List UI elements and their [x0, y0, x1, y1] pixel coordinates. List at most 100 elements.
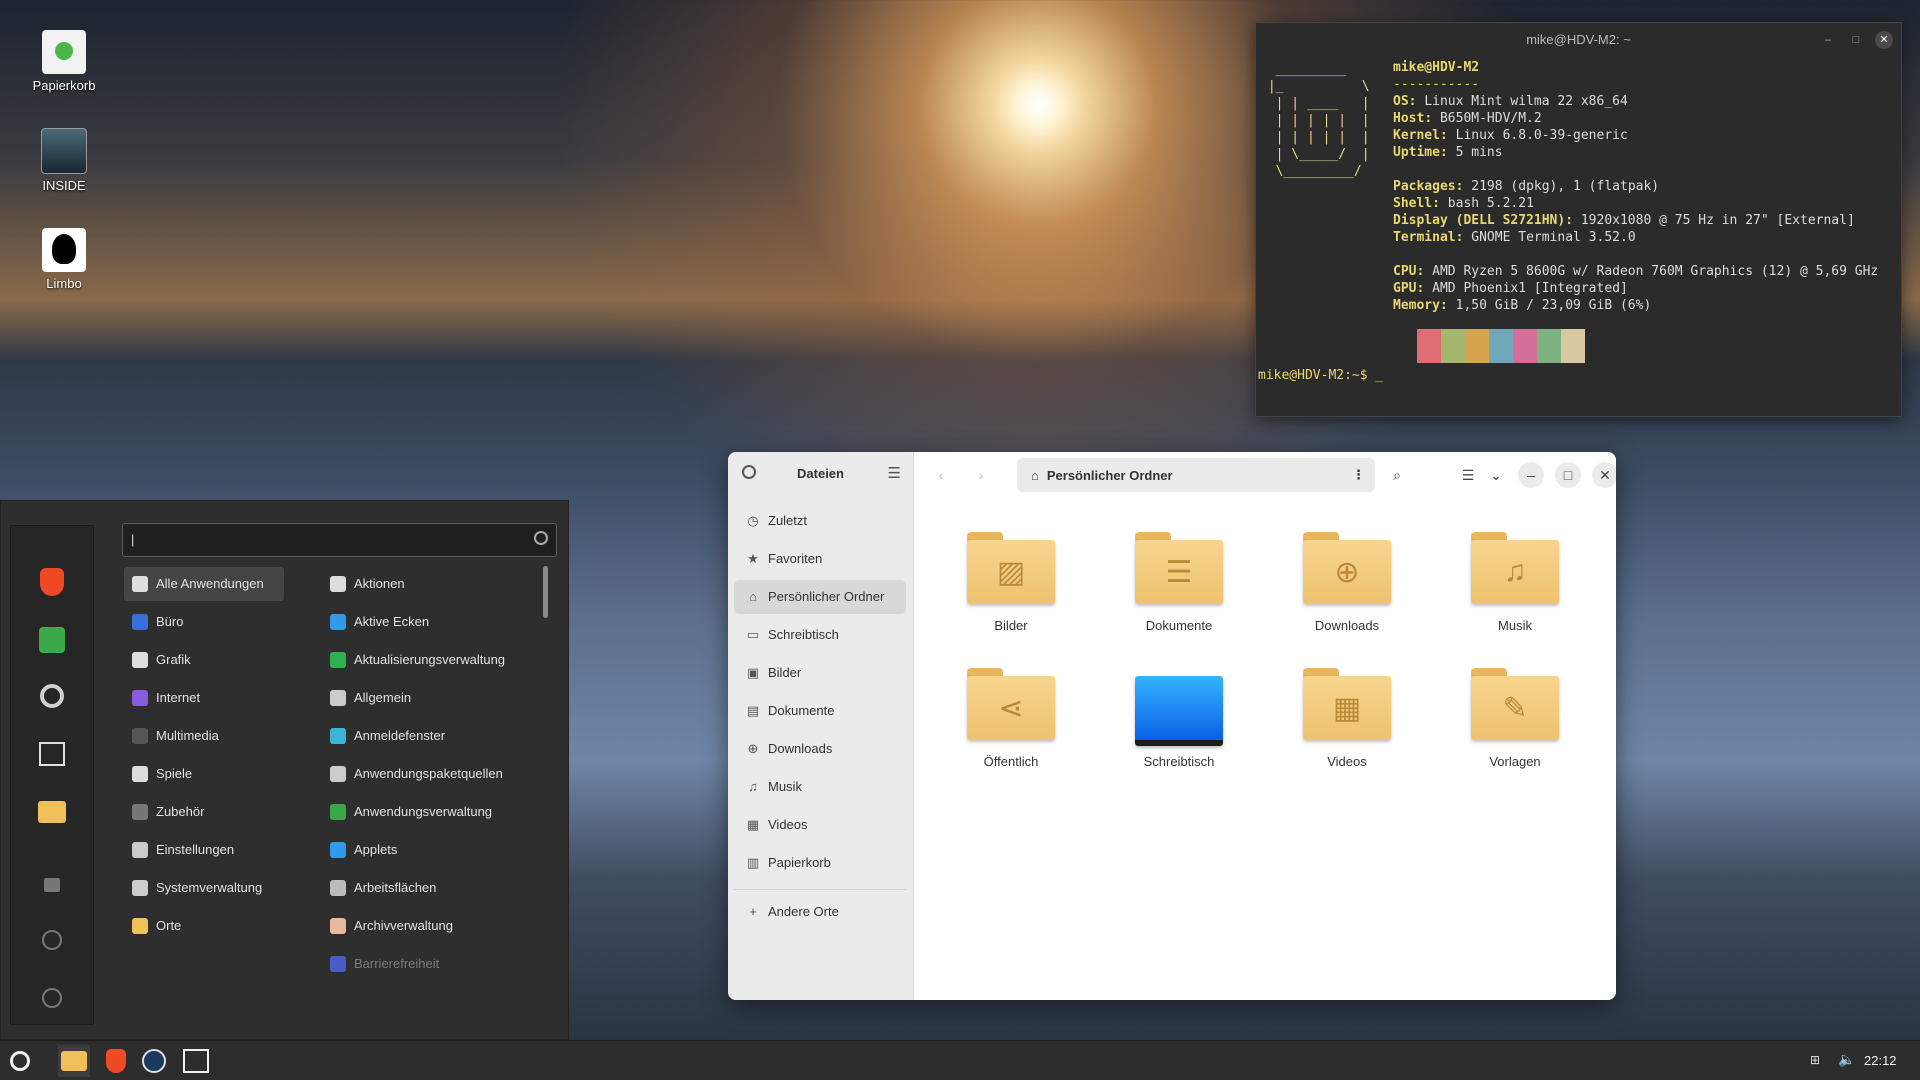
files-taskbar-icon[interactable]: [58, 1045, 90, 1077]
power-icon[interactable]: [32, 978, 72, 1018]
more-options-icon[interactable]: ⋮: [1352, 467, 1365, 483]
menu-app-item[interactable]: Aktionen: [322, 567, 540, 601]
sidebar-item[interactable]: ▥ Papierkorb: [734, 846, 906, 880]
menu-app-item[interactable]: Anmeldefenster: [322, 719, 540, 753]
sidebar-item[interactable]: ▦ Videos: [734, 808, 906, 842]
terminal-icon[interactable]: [180, 1045, 212, 1077]
menu-app-item[interactable]: Allgemein: [322, 681, 540, 715]
terminal-window[interactable]: mike@HDV-M2: ~ – □ ✕ _________ |_ \ | | …: [1255, 22, 1902, 417]
color-swatch: [1417, 329, 1441, 363]
menu-app-item[interactable]: Arbeitsflächen: [322, 871, 540, 905]
plus-icon: +: [749, 904, 757, 919]
volume-icon[interactable]: 🔈: [1838, 1051, 1855, 1068]
folder-item[interactable]: ✎ Vorlagen: [1445, 668, 1585, 769]
terminal-icon[interactable]: [32, 734, 72, 774]
folder-label: Musik: [1498, 618, 1532, 633]
menu-category-item[interactable]: Orte: [124, 909, 282, 943]
view-options-chevron-icon[interactable]: ⌄: [1483, 462, 1509, 488]
brave-icon[interactable]: [32, 562, 72, 602]
files-window[interactable]: Dateien ☰ ◷ Zuletzt ★ Favoriten ⌂ Persönliche…: [728, 452, 1616, 1000]
files-app-title: Dateien: [797, 466, 844, 481]
trash-icon: [42, 30, 86, 74]
menu-app-item[interactable]: Aktive Ecken: [322, 605, 540, 639]
sidebar-item[interactable]: ⌂ Persönlicher Ordner: [734, 580, 906, 614]
sidebar-item[interactable]: ◷ Zuletzt: [734, 504, 906, 538]
hamburger-menu-icon[interactable]: ☰: [888, 464, 901, 482]
sidebar-item[interactable]: ▤ Dokumente: [734, 694, 906, 728]
menu-app-item[interactable]: Anwendungspaketquellen: [322, 757, 540, 791]
sidebar-item[interactable]: ♫ Musik: [734, 770, 906, 804]
folder-item[interactable]: ⋖ Öffentlich: [941, 668, 1081, 769]
search-folder-icon[interactable]: ⌕: [1384, 462, 1410, 488]
folder-item[interactable]: ♫ Musik: [1445, 532, 1585, 633]
folder-label: Vorlagen: [1489, 754, 1541, 769]
folder-item[interactable]: ⊕ Downloads: [1277, 532, 1417, 633]
close-icon[interactable]: ✕: [1875, 31, 1893, 49]
lock-icon[interactable]: [32, 862, 72, 902]
brave-icon[interactable]: [100, 1045, 132, 1077]
menu-button-icon[interactable]: [4, 1045, 36, 1077]
folder-item[interactable]: ▨ Bilder: [941, 532, 1081, 633]
menu-app-item[interactable]: Anwendungsverwaltung: [322, 795, 540, 829]
path-bar[interactable]: ⌂ Persönlicher Ordner ⋮: [1017, 458, 1375, 492]
info-row: CPU: AMD Ryzen 5 8600G w/ Radeon 760M Gr…: [1393, 264, 1879, 279]
gear-icon: [330, 766, 346, 782]
menu-category-item[interactable]: Zubehör: [124, 795, 282, 829]
internet-icon: [132, 690, 148, 706]
maximize-icon[interactable]: □: [1555, 462, 1581, 488]
settings-icon[interactable]: [32, 676, 72, 716]
menu-category-item[interactable]: Alle Anwendungen: [124, 567, 284, 601]
desktop-icon-label: INSIDE: [42, 178, 86, 193]
music-icon: ♫: [1471, 532, 1559, 604]
list-view-icon[interactable]: ☰: [1455, 462, 1481, 488]
software-manager-icon[interactable]: [32, 620, 72, 660]
info-row: Memory: 1,50 GiB / 23,09 GiB (6%): [1393, 298, 1652, 313]
terminal-titlebar[interactable]: mike@HDV-M2: ~ – □ ✕: [1256, 23, 1901, 57]
menu-app-item[interactable]: Aktualisierungsverwaltung: [322, 643, 540, 677]
minimize-icon[interactable]: –: [1518, 462, 1544, 488]
menu-scrollbar[interactable]: [543, 566, 548, 618]
folder-item[interactable]: ☰ Dokumente: [1109, 532, 1249, 633]
menu-app-item[interactable]: Barrierefreiheit: [322, 947, 540, 981]
search-icon: [534, 531, 548, 545]
menu-category-item[interactable]: Internet: [124, 681, 282, 715]
forward-icon[interactable]: ›: [968, 462, 994, 488]
menu-category-item[interactable]: Systemverwaltung: [124, 871, 282, 905]
menu-category-item[interactable]: Multimedia: [124, 719, 282, 753]
menu-app-item[interactable]: Applets: [322, 833, 540, 867]
steam-icon[interactable]: [138, 1045, 170, 1077]
menu-category-item[interactable]: Büro: [124, 605, 282, 639]
menu-category-item[interactable]: Grafik: [124, 643, 282, 677]
applets-icon: [330, 842, 346, 858]
sidebar-item[interactable]: ▣ Bilder: [734, 656, 906, 690]
image-icon: ▣: [746, 665, 760, 680]
menu-app-item[interactable]: Archivverwaltung: [322, 909, 540, 943]
desktop-icon-limbo[interactable]: Limbo: [14, 228, 114, 291]
folder-icon[interactable]: [32, 792, 72, 832]
sidebar-item[interactable]: ▭ Schreibtisch: [734, 618, 906, 652]
close-icon[interactable]: ✕: [1592, 462, 1616, 488]
folder-icon: [132, 918, 148, 934]
menu-category-item[interactable]: Spiele: [124, 757, 282, 791]
folder-item[interactable]: Schreibtisch: [1109, 668, 1249, 769]
image-icon: ▨: [967, 532, 1055, 604]
system-info: mike@HDV-M2 ----------- OS: Linux Mint w…: [1393, 59, 1878, 314]
terminal-prompt[interactable]: mike@HDV-M2:~$ _: [1258, 367, 1383, 384]
back-icon[interactable]: ‹: [928, 462, 954, 488]
desktop-icon: ▭: [746, 627, 760, 642]
sidebar-item[interactable]: ⊕ Downloads: [734, 732, 906, 766]
logout-icon[interactable]: [32, 920, 72, 960]
info-row: Host: B650M-HDV/M.2: [1393, 111, 1542, 126]
template-icon: ✎: [1471, 668, 1559, 740]
menu-category-item[interactable]: Einstellungen: [124, 833, 282, 867]
desktop-icon-trash[interactable]: Papierkorb: [14, 30, 114, 93]
sidebar-item[interactable]: ★ Favoriten: [734, 542, 906, 576]
sidebar-item-other-places[interactable]: + Andere Orte: [734, 895, 906, 929]
clock[interactable]: 22:12: [1864, 1053, 1897, 1068]
minimize-icon[interactable]: –: [1819, 31, 1837, 49]
maximize-icon[interactable]: □: [1847, 31, 1865, 49]
folder-item[interactable]: ▦ Videos: [1277, 668, 1417, 769]
desktop-icon-inside[interactable]: INSIDE: [14, 128, 114, 193]
menu-search-input[interactable]: |: [122, 523, 557, 557]
network-icon[interactable]: ⊞: [1810, 1053, 1824, 1067]
